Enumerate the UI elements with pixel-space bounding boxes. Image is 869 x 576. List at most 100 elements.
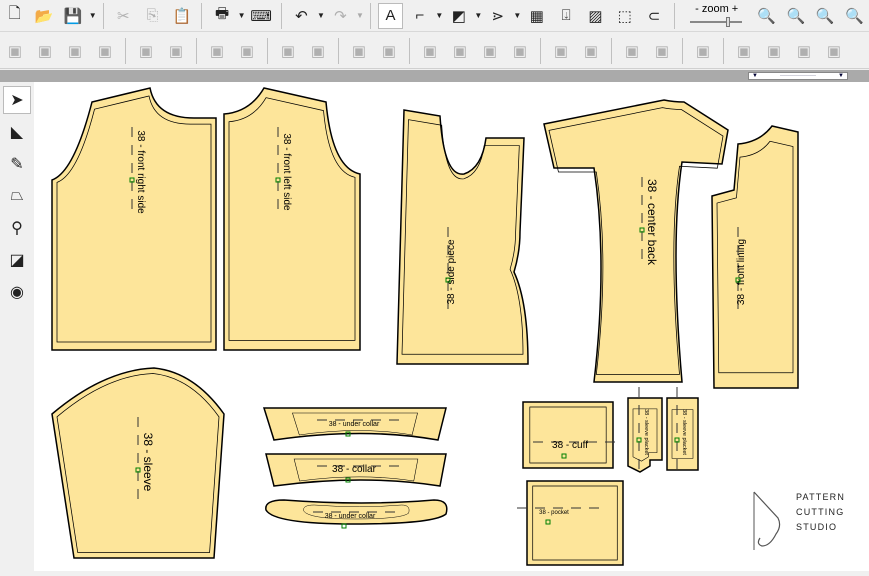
- flip-piece-button[interactable]: ▣: [548, 38, 574, 64]
- union-button[interactable]: ▣: [447, 38, 473, 64]
- piece-edit-button[interactable]: ▨: [583, 3, 608, 29]
- pattern-piece-front-right-side[interactable]: 38 - front right side: [51, 87, 217, 351]
- print-button[interactable]: 🖶: [209, 3, 234, 29]
- piece-label: 38 - front left side: [281, 133, 292, 211]
- notch-button[interactable]: ▣: [619, 38, 645, 64]
- logo-line-2: CUTTING: [796, 507, 845, 517]
- zoom-plus[interactable]: +: [732, 3, 738, 15]
- intersect-button[interactable]: ▣: [477, 38, 503, 64]
- cut-button[interactable]: ✂: [111, 3, 136, 29]
- group-move-button[interactable]: ▣: [163, 38, 189, 64]
- paste-button[interactable]: 📋: [169, 3, 194, 29]
- seam-allowance-button[interactable]: ◩: [446, 3, 471, 29]
- plotter-button[interactable]: ⌨: [248, 3, 273, 29]
- pattern-piece-side-piece[interactable]: 38 - side piece: [396, 109, 529, 365]
- pattern-piece-pocket[interactable]: 38 - pocket: [514, 480, 624, 566]
- overlap-button[interactable]: ▣: [417, 38, 443, 64]
- dropdown-arrow[interactable]: ▼: [316, 11, 326, 20]
- point-delete-button[interactable]: ▣: [305, 38, 331, 64]
- text-tool-button[interactable]: A: [377, 2, 404, 29]
- piece-label: 38 - front lining: [736, 239, 747, 305]
- pattern-piece-under-collar[interactable]: 38 - under collar: [262, 407, 447, 441]
- pattern-canvas[interactable]: 38 - front right side 38 - front left sid…: [34, 82, 869, 571]
- curve-select-tool[interactable]: ◣: [3, 118, 31, 146]
- piece-points-delete-button[interactable]: ▣: [376, 38, 402, 64]
- zoom-slider[interactable]: - zoom +: [686, 3, 746, 29]
- grade-c-button[interactable]: ▣: [791, 38, 817, 64]
- align-button[interactable]: ▣: [234, 38, 260, 64]
- pattern-piece-collar-band[interactable]: 38 - under collar: [265, 499, 448, 529]
- lock-button[interactable]: ▣: [204, 38, 230, 64]
- group-swap-icon: ▣: [138, 42, 154, 60]
- mirror-v-button[interactable]: ▣: [32, 38, 58, 64]
- dropdown-arrow[interactable]: ▼: [434, 11, 444, 20]
- pattern-layout[interactable]: 38 - front right side 38 - front left sid…: [34, 82, 869, 571]
- grade-d-button[interactable]: ▣: [821, 38, 847, 64]
- select-arrow-tool[interactable]: ➤: [3, 86, 31, 114]
- piece-label: 38 - sleeve placket: [681, 409, 687, 455]
- flip-button[interactable]: ▣: [92, 38, 118, 64]
- flip-icon: ▣: [97, 42, 113, 60]
- dropdown-arrow[interactable]: ▼: [355, 11, 365, 20]
- dropdown-arrow[interactable]: ▼: [473, 11, 483, 20]
- grid-button[interactable]: ▦: [524, 3, 549, 29]
- point-group-button[interactable]: ▣: [275, 38, 301, 64]
- fill-button[interactable]: ▣: [690, 38, 716, 64]
- piece-label: 38 - sleeve placket: [643, 409, 649, 455]
- grade-b-button[interactable]: ▣: [761, 38, 787, 64]
- zoom-window-button[interactable]: 🔍: [754, 3, 779, 29]
- piece-import-tool[interactable]: ◪: [3, 246, 31, 274]
- group-swap-button[interactable]: ▣: [133, 38, 159, 64]
- grade-a-button[interactable]: ▣: [731, 38, 757, 64]
- pattern-piece-cuff[interactable]: 38 - cuff: [522, 401, 615, 469]
- curve-button[interactable]: ▣: [649, 38, 675, 64]
- open-folder-button[interactable]: 📂: [31, 3, 56, 29]
- pattern-piece-center-back[interactable]: 38 - center back: [543, 99, 729, 383]
- redo-button[interactable]: ↷: [328, 3, 353, 29]
- mirror-h-button[interactable]: ▣: [2, 38, 28, 64]
- piece-points-button[interactable]: ▣: [346, 38, 372, 64]
- pattern-piece-collar[interactable]: 38 - collar: [265, 453, 447, 487]
- dropdown-arrow[interactable]: ▼: [512, 11, 522, 20]
- zoom-slider-thumb[interactable]: [725, 16, 730, 27]
- zoom-minus[interactable]: -: [695, 3, 699, 15]
- pin-tool[interactable]: ⚲: [3, 214, 31, 242]
- pattern-piece-sleeve[interactable]: 38 - sleeve: [51, 367, 225, 559]
- piece-label: 38 - under collar: [329, 421, 380, 428]
- save-button[interactable]: 💾: [61, 3, 86, 29]
- plotter-icon: ⌨: [250, 7, 272, 25]
- piece-outline: [543, 99, 729, 383]
- undo-button[interactable]: ↶: [289, 3, 314, 29]
- drafting-table-tool[interactable]: ⏢: [3, 182, 31, 210]
- rotate-button[interactable]: ▣: [62, 38, 88, 64]
- zoom-all-button[interactable]: 🔍: [842, 3, 867, 29]
- grade-a-icon: ▣: [736, 42, 752, 60]
- pattern-piece-front-left-side[interactable]: 38 - front left side: [223, 87, 361, 351]
- toolbar-separator: [409, 37, 410, 64]
- magnet-button[interactable]: ⊂: [641, 3, 666, 29]
- pattern-piece-front-lining[interactable]: 38 - front lining: [711, 125, 799, 389]
- zoom-previous-button[interactable]: 🔍: [783, 3, 808, 29]
- subtract-button[interactable]: ▣: [507, 38, 533, 64]
- curve-select-icon: ◣: [10, 124, 24, 141]
- grade-c-icon: ▣: [796, 42, 812, 60]
- logo-mark: [753, 491, 781, 550]
- layer-dropdown[interactable]: ▼ ·················· ▼: [748, 72, 848, 80]
- select-rect-button[interactable]: ⬚: [612, 3, 637, 29]
- piece-label: 38 - collar: [332, 464, 377, 475]
- pattern-piece-sleeve-placket-1[interactable]: 38 - sleeve placket: [627, 387, 663, 473]
- new-file-button[interactable]: 🗋: [2, 3, 27, 29]
- ruler-button[interactable]: ⌐: [407, 3, 432, 29]
- zoom-fit-button[interactable]: 🔍: [813, 3, 838, 29]
- pattern-piece-sleeve-placket-2[interactable]: 38 - sleeve placket: [666, 387, 699, 472]
- rotate-piece-button[interactable]: ▣: [578, 38, 604, 64]
- tape-measure-tool[interactable]: ◉: [3, 278, 31, 306]
- dropdown-arrow[interactable]: ▼: [88, 11, 98, 20]
- pen-tool[interactable]: ✎: [3, 150, 31, 178]
- flip-piece-icon: ▣: [553, 42, 569, 60]
- copy-button[interactable]: ⎘: [140, 3, 165, 29]
- piece-outline: [526, 480, 624, 566]
- dropdown-arrow[interactable]: ▼: [237, 11, 247, 20]
- measure-button[interactable]: ⍗: [554, 3, 579, 29]
- grading-button[interactable]: ⋗: [485, 3, 510, 29]
